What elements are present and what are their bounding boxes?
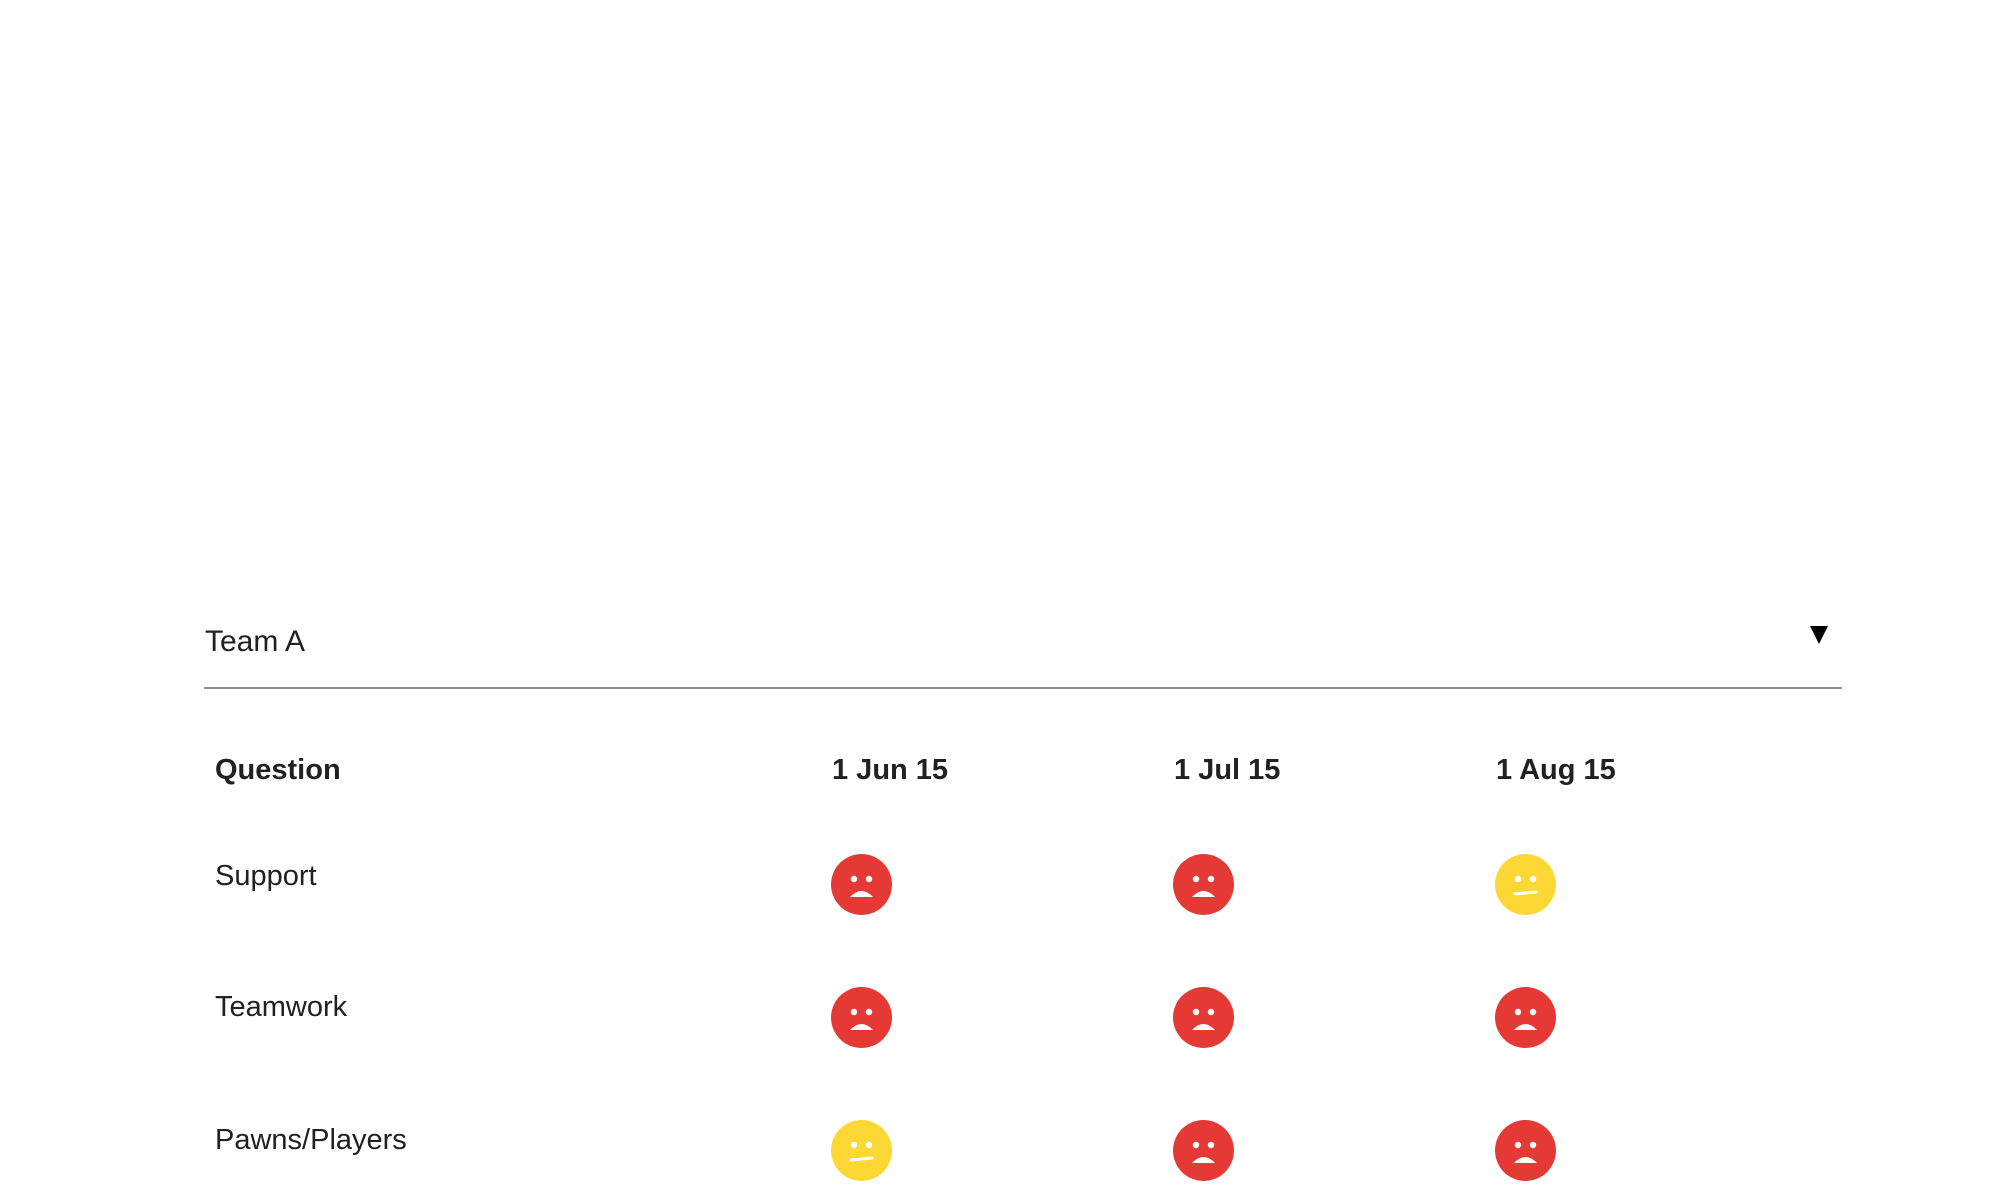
sad-face-icon (1495, 1120, 1556, 1181)
header-question: Question (215, 754, 341, 786)
sad-face-icon (1173, 854, 1234, 915)
question-label: Teamwork (215, 991, 348, 1023)
question-label: Support (215, 860, 317, 892)
header-date-1: 1 Jun 15 (832, 754, 949, 786)
table-row: Pawns/Players (0, 1116, 2000, 1200)
mood-table: Question 1 Jun 15 1 Jul 15 1 Aug 15 Supp… (0, 0, 2000, 1200)
sad-face-icon (1173, 987, 1234, 1048)
sad-face-icon (1495, 987, 1556, 1048)
neutral-face-icon (1495, 854, 1556, 915)
table-row: Support (0, 850, 2000, 982)
table-row: Teamwork (0, 983, 2000, 1115)
page: Team A Question 1 Jun 15 1 Jul 15 1 Aug … (0, 0, 2000, 1200)
header-date-3: 1 Aug 15 (1496, 754, 1616, 786)
sad-face-icon (831, 987, 892, 1048)
sad-face-icon (1173, 1120, 1234, 1181)
question-label: Pawns/Players (215, 1124, 407, 1156)
header-date-2: 1 Jul 15 (1174, 754, 1281, 786)
sad-face-icon (831, 854, 892, 915)
neutral-face-icon (831, 1120, 892, 1181)
